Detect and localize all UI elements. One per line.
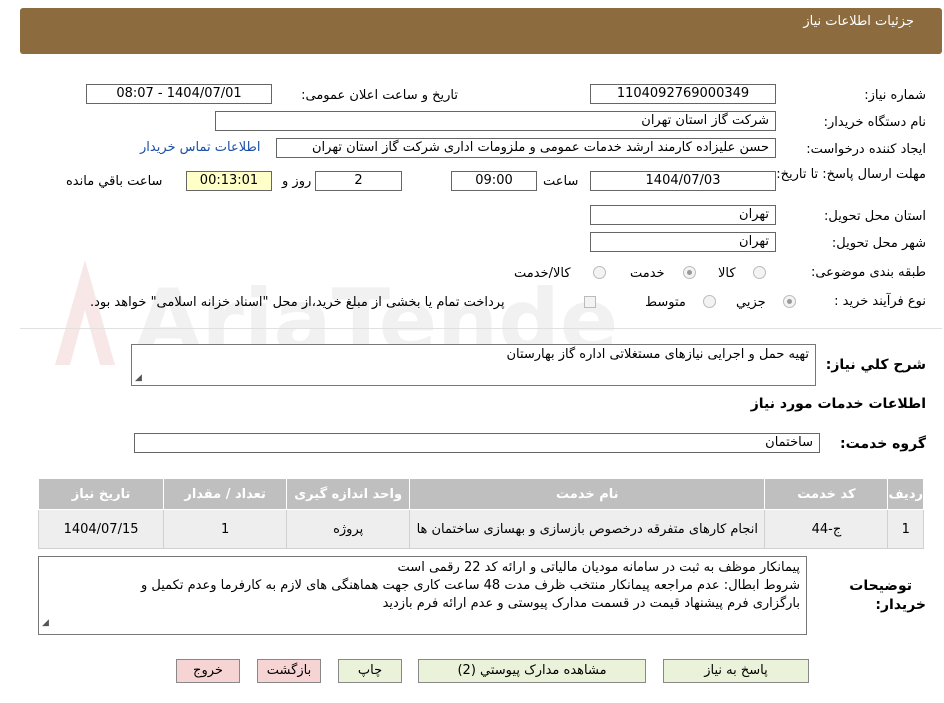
category-radio-service[interactable] <box>683 266 696 279</box>
exit-button[interactable]: خروج <box>176 659 240 683</box>
process-label: نوع فرآیند خرید : <box>834 294 926 309</box>
days-label: روز و <box>282 174 312 189</box>
buyer-notes-label-2: خریدار: <box>875 597 926 613</box>
announce-field: 1404/07/01 - 08:07 <box>86 84 272 104</box>
col-unit-header: واحد اندازه گیری <box>286 478 411 510</box>
category-option-goods-service: کالا/خدمت <box>514 266 571 281</box>
province-label: استان محل تحویل: <box>824 209 926 224</box>
summary-text: تهیه حمل و اجرایی نیازهای مستغلاتی اداره… <box>506 347 809 362</box>
process-radio-minor[interactable] <box>783 295 796 308</box>
buyer-org-field: شرکت گاز استان تهران <box>215 111 776 131</box>
announce-label: تاریخ و ساعت اعلان عمومی: <box>301 88 458 103</box>
deadline-time-field: 09:00 <box>451 171 537 191</box>
category-radio-goods[interactable] <box>753 266 766 279</box>
category-option-goods: کالا <box>718 266 736 281</box>
view-attachments-button[interactable]: مشاهده مدارک پیوستي (2) <box>418 659 646 683</box>
buyer-contact-link[interactable]: اطلاعات تماس خریدار <box>140 140 260 155</box>
cell-date: 1404/07/15 <box>37 509 165 549</box>
col-code-header: کد خدمت <box>764 478 889 510</box>
cell-name: انجام کارهای متفرقه درخصوص بازسازی و بهس… <box>409 509 766 549</box>
reply-button[interactable]: پاسخ به نیاز <box>663 659 809 683</box>
col-row-header: ردیف <box>887 478 924 510</box>
print-button[interactable]: چاپ <box>338 659 402 683</box>
buyer-notes-label-1: توضیحات <box>849 578 912 594</box>
resize-grip-icon: ◢ <box>135 373 142 383</box>
buyer-org-label: نام دستگاه خریدار: <box>823 115 926 130</box>
cell-unit: پروژه <box>286 509 411 549</box>
section-divider <box>20 328 942 329</box>
days-field: 2 <box>315 171 402 191</box>
deadline-label: مهلت ارسال پاسخ: تا تاریخ: <box>776 167 926 182</box>
remaining-label: ساعت باقي مانده <box>66 174 163 189</box>
summary-textarea: تهیه حمل و اجرایی نیازهای مستغلاتی اداره… <box>131 344 816 386</box>
treasury-checkbox[interactable] <box>584 296 596 308</box>
province-field: تهران <box>590 205 776 225</box>
back-button[interactable]: بازگشت <box>257 659 321 683</box>
buyer-notes-line-3: بارگزاری فرم پیشنهاد قیمت در قسمت مدارک … <box>382 596 800 611</box>
col-date-header: تاریخ نیاز <box>37 478 165 510</box>
table-header-row: ردیف کد خدمت نام خدمت واحد اندازه گیری ت… <box>37 478 924 510</box>
category-option-service: خدمت <box>630 266 665 281</box>
cell-qty: 1 <box>163 509 288 549</box>
requester-field: حسن علیزاده کارمند ارشد خدمات عمومی و مل… <box>276 138 776 158</box>
need-number-field: 1104092769000349 <box>590 84 776 104</box>
payment-note: پرداخت تمام یا بخشی از مبلغ خرید،از محل … <box>90 295 505 310</box>
city-label: شهر محل تحویل: <box>831 236 926 251</box>
page-title: جزئیات اطلاعات نیاز <box>803 14 914 29</box>
resize-grip-icon: ◢ <box>42 618 49 628</box>
remaining-time-field: 00:13:01 <box>186 171 272 191</box>
watermark-logo-icon <box>55 260 115 365</box>
category-radio-goods-service[interactable] <box>593 266 606 279</box>
cell-code: ج-44 <box>764 509 889 549</box>
city-field: تهران <box>590 232 776 252</box>
buyer-notes-textarea: پیمانکار موظف به ثبت در سامانه مودیان ما… <box>38 556 807 635</box>
buyer-notes-line-1: پیمانکار موظف به ثبت در سامانه مودیان ما… <box>397 560 800 575</box>
process-option-minor: جزيي <box>736 295 766 310</box>
table-row: 1 ج-44 انجام کارهای متفرقه درخصوص بازساز… <box>37 509 924 549</box>
service-group-field: ساختمان <box>134 433 820 453</box>
deadline-date-field: 1404/07/03 <box>590 171 776 191</box>
requester-label: ایجاد کننده درخواست: <box>806 142 926 157</box>
col-qty-header: تعداد / مقدار <box>163 478 288 510</box>
process-radio-medium[interactable] <box>703 295 716 308</box>
service-group-label: گروه خدمت: <box>840 436 926 452</box>
process-option-medium: متوسط <box>645 295 686 310</box>
need-number-label: شماره نیاز: <box>864 88 926 103</box>
category-label: طبقه بندی موضوعی: <box>810 265 926 280</box>
buyer-notes-line-2: شروط ابطال: عدم مراجعه پیمانکار منتخب ظر… <box>140 578 800 593</box>
services-section-title: اطلاعات خدمات مورد نیاز <box>750 396 926 412</box>
services-table: ردیف کد خدمت نام خدمت واحد اندازه گیری ت… <box>37 478 924 549</box>
deadline-time-label: ساعت <box>543 174 579 189</box>
col-name-header: نام خدمت <box>409 478 766 510</box>
summary-label: شرح کلي نیاز: <box>825 357 926 373</box>
cell-row: 1 <box>887 509 924 549</box>
